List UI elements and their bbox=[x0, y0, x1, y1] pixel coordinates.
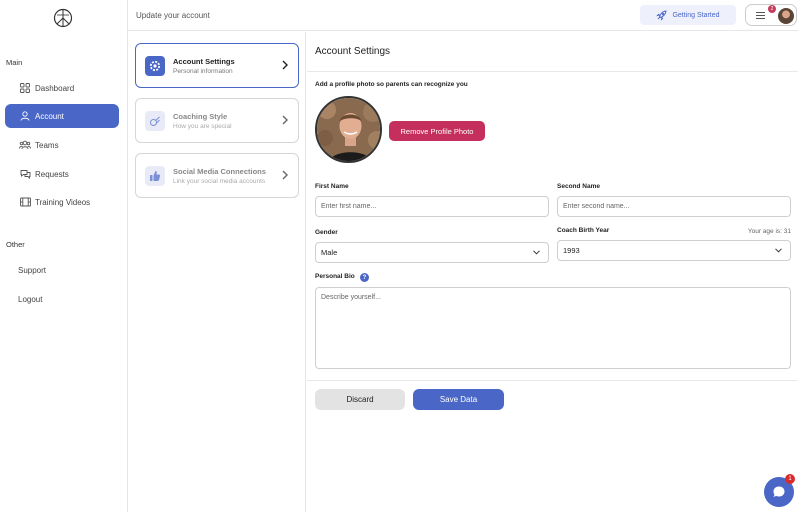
whistle-icon bbox=[145, 111, 165, 131]
chat-icon bbox=[19, 168, 31, 180]
sidebar-item-label: Dashboard bbox=[35, 83, 75, 93]
nav-card-subtitle: How you are special bbox=[173, 123, 232, 130]
first-name-label: First Name bbox=[315, 183, 349, 190]
film-icon bbox=[19, 196, 31, 208]
divider bbox=[307, 380, 798, 381]
birth-year-value: 1993 bbox=[563, 246, 580, 255]
account-settings-panel: Account Settings Add a profile photo so … bbox=[307, 32, 798, 512]
sidebar-item-label: Training Videos bbox=[35, 197, 91, 207]
app-logo[interactable] bbox=[53, 8, 73, 28]
notification-badge: 2 bbox=[768, 5, 776, 13]
nav-card-title: Social Media Connections bbox=[173, 167, 266, 176]
settings-nav-social-media[interactable]: Social Media Connections Link your socia… bbox=[135, 153, 299, 198]
photo-label: Add a profile photo so parents can recog… bbox=[315, 81, 468, 88]
birth-year-select[interactable]: 1993 bbox=[557, 240, 791, 261]
sidebar-item-training-videos[interactable]: Training Videos bbox=[5, 190, 119, 214]
first-name-input[interactable] bbox=[315, 196, 549, 217]
discard-button[interactable]: Discard bbox=[315, 389, 405, 410]
gender-label: Gender bbox=[315, 229, 338, 236]
user-icon bbox=[19, 110, 31, 122]
sidebar-item-label: Teams bbox=[35, 140, 59, 150]
birth-year-label: Coach Birth Year bbox=[557, 227, 610, 234]
getting-started-button[interactable]: Getting Started bbox=[640, 5, 736, 25]
sidebar-item-support[interactable]: Support bbox=[5, 258, 119, 282]
sidebar-item-requests[interactable]: Requests bbox=[5, 162, 119, 186]
hamburger-icon bbox=[756, 12, 765, 19]
sidebar-item-logout[interactable]: Logout bbox=[5, 287, 119, 311]
bio-label: Personal Bio bbox=[315, 273, 355, 280]
thumbs-up-icon bbox=[145, 166, 165, 186]
second-name-input[interactable] bbox=[557, 196, 791, 217]
remove-profile-photo-button[interactable]: Remove Profile Photo bbox=[389, 121, 485, 141]
getting-started-label: Getting Started bbox=[672, 11, 720, 19]
settings-nav-coaching-style[interactable]: Coaching Style How you are special bbox=[135, 98, 299, 143]
sidebar-item-label: Account bbox=[35, 111, 64, 121]
age-note: Your age is: 31 bbox=[747, 228, 791, 235]
nav-card-title: Account Settings bbox=[173, 57, 235, 66]
settings-nav: Account Settings Personal information Co… bbox=[128, 32, 306, 512]
page-title: Update your account bbox=[136, 11, 210, 20]
nav-card-subtitle: Personal information bbox=[173, 68, 233, 75]
sidebar-item-dashboard[interactable]: Dashboard bbox=[5, 76, 119, 100]
top-header: Update your account Getting Started 2 bbox=[128, 0, 798, 31]
sidebar-section-other: Other bbox=[6, 240, 25, 249]
avatar bbox=[778, 8, 794, 24]
chevron-right-icon bbox=[282, 115, 288, 125]
chat-bubble-icon bbox=[773, 486, 785, 497]
sidebar-item-label: Logout bbox=[18, 294, 43, 304]
bio-textarea[interactable] bbox=[315, 287, 791, 369]
profile-photo[interactable] bbox=[315, 96, 382, 163]
sidebar-item-account[interactable]: Account bbox=[5, 104, 119, 128]
nav-card-title: Coaching Style bbox=[173, 112, 228, 121]
user-menu-button[interactable]: 2 bbox=[745, 4, 797, 26]
sidebar-item-label: Requests bbox=[35, 169, 69, 179]
chevron-down-icon bbox=[775, 248, 782, 253]
chevron-right-icon bbox=[282, 170, 288, 180]
section-title: Account Settings bbox=[315, 46, 391, 57]
chat-badge: 1 bbox=[785, 474, 795, 484]
sidebar: Main Dashboard Account Teams Requests Tr… bbox=[0, 0, 128, 512]
gender-value: Male bbox=[321, 248, 338, 257]
sidebar-item-label: Support bbox=[18, 265, 47, 275]
settings-nav-account-settings[interactable]: Account Settings Personal information bbox=[135, 43, 299, 88]
chevron-right-icon bbox=[282, 60, 288, 70]
chevron-down-icon bbox=[533, 250, 540, 255]
help-icon[interactable]: ? bbox=[360, 273, 369, 282]
users-icon bbox=[19, 139, 31, 151]
save-button[interactable]: Save Data bbox=[413, 389, 504, 410]
sidebar-section-main: Main bbox=[6, 58, 23, 67]
second-name-label: Second Name bbox=[557, 183, 600, 190]
rocket-icon bbox=[656, 9, 667, 21]
grid-icon bbox=[19, 82, 31, 94]
gear-icon bbox=[145, 56, 165, 76]
sidebar-item-teams[interactable]: Teams bbox=[5, 133, 119, 157]
nav-card-subtitle: Link your social media accounts bbox=[173, 178, 266, 185]
divider bbox=[307, 71, 798, 72]
gender-select[interactable]: Male bbox=[315, 242, 549, 263]
